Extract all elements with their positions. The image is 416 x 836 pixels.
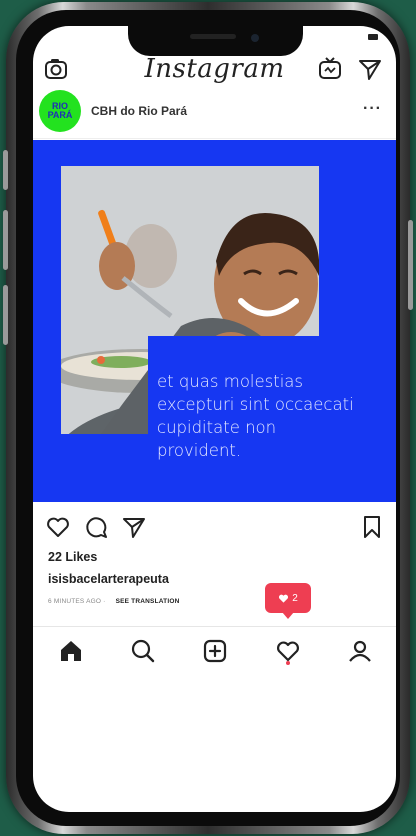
activity-dot xyxy=(286,661,290,665)
post-actions xyxy=(33,510,396,544)
see-translation-link[interactable]: SEE TRANSLATION xyxy=(116,598,180,605)
overlay-caption: et quas molestias excepturi sint occaeca… xyxy=(157,372,354,460)
more-options-icon[interactable]: ··· xyxy=(363,100,382,118)
side-button xyxy=(408,220,413,310)
igtv-icon[interactable] xyxy=(317,56,343,82)
likes-count[interactable]: 22 Likes xyxy=(48,550,97,564)
app-header: Instagram xyxy=(33,50,396,92)
search-icon[interactable] xyxy=(129,637,157,665)
post-meta: 6 MINUTES AGO · SEE TRANSLATION xyxy=(48,598,179,605)
likes-notification-badge[interactable]: 2 xyxy=(265,583,311,619)
post-image[interactable]: et quas molestias excepturi sint occaeca… xyxy=(33,140,396,502)
time-ago: 6 MINUTES AGO · xyxy=(48,598,106,605)
notification-count: 2 xyxy=(292,592,298,604)
post-header: RIO PARÁ CBH do Rio Pará ··· xyxy=(33,88,396,139)
comment-username[interactable]: isisbacelarterapeuta xyxy=(48,572,169,586)
share-icon[interactable] xyxy=(121,514,147,540)
bottom-tab-bar xyxy=(33,626,396,677)
side-button xyxy=(3,210,8,270)
home-icon[interactable] xyxy=(57,637,85,665)
profile-icon[interactable] xyxy=(346,637,374,665)
battery-icon xyxy=(368,34,378,40)
heart-icon xyxy=(279,594,289,603)
side-button xyxy=(3,285,8,345)
send-icon[interactable] xyxy=(357,56,383,82)
front-camera xyxy=(251,34,259,42)
heart-icon[interactable] xyxy=(45,514,71,540)
phone-screen: Instagram RIO PARÁ CBH do Rio Pará ··· e… xyxy=(33,26,396,812)
speaker xyxy=(190,34,236,39)
side-button xyxy=(3,150,8,190)
avatar-logo-line: PARÁ xyxy=(47,110,73,120)
comment-icon[interactable] xyxy=(83,514,109,540)
avatar[interactable]: RIO PARÁ xyxy=(39,90,81,132)
post-username[interactable]: CBH do Rio Pará xyxy=(91,104,187,118)
add-post-icon[interactable] xyxy=(201,637,229,665)
bookmark-icon[interactable] xyxy=(359,514,385,540)
